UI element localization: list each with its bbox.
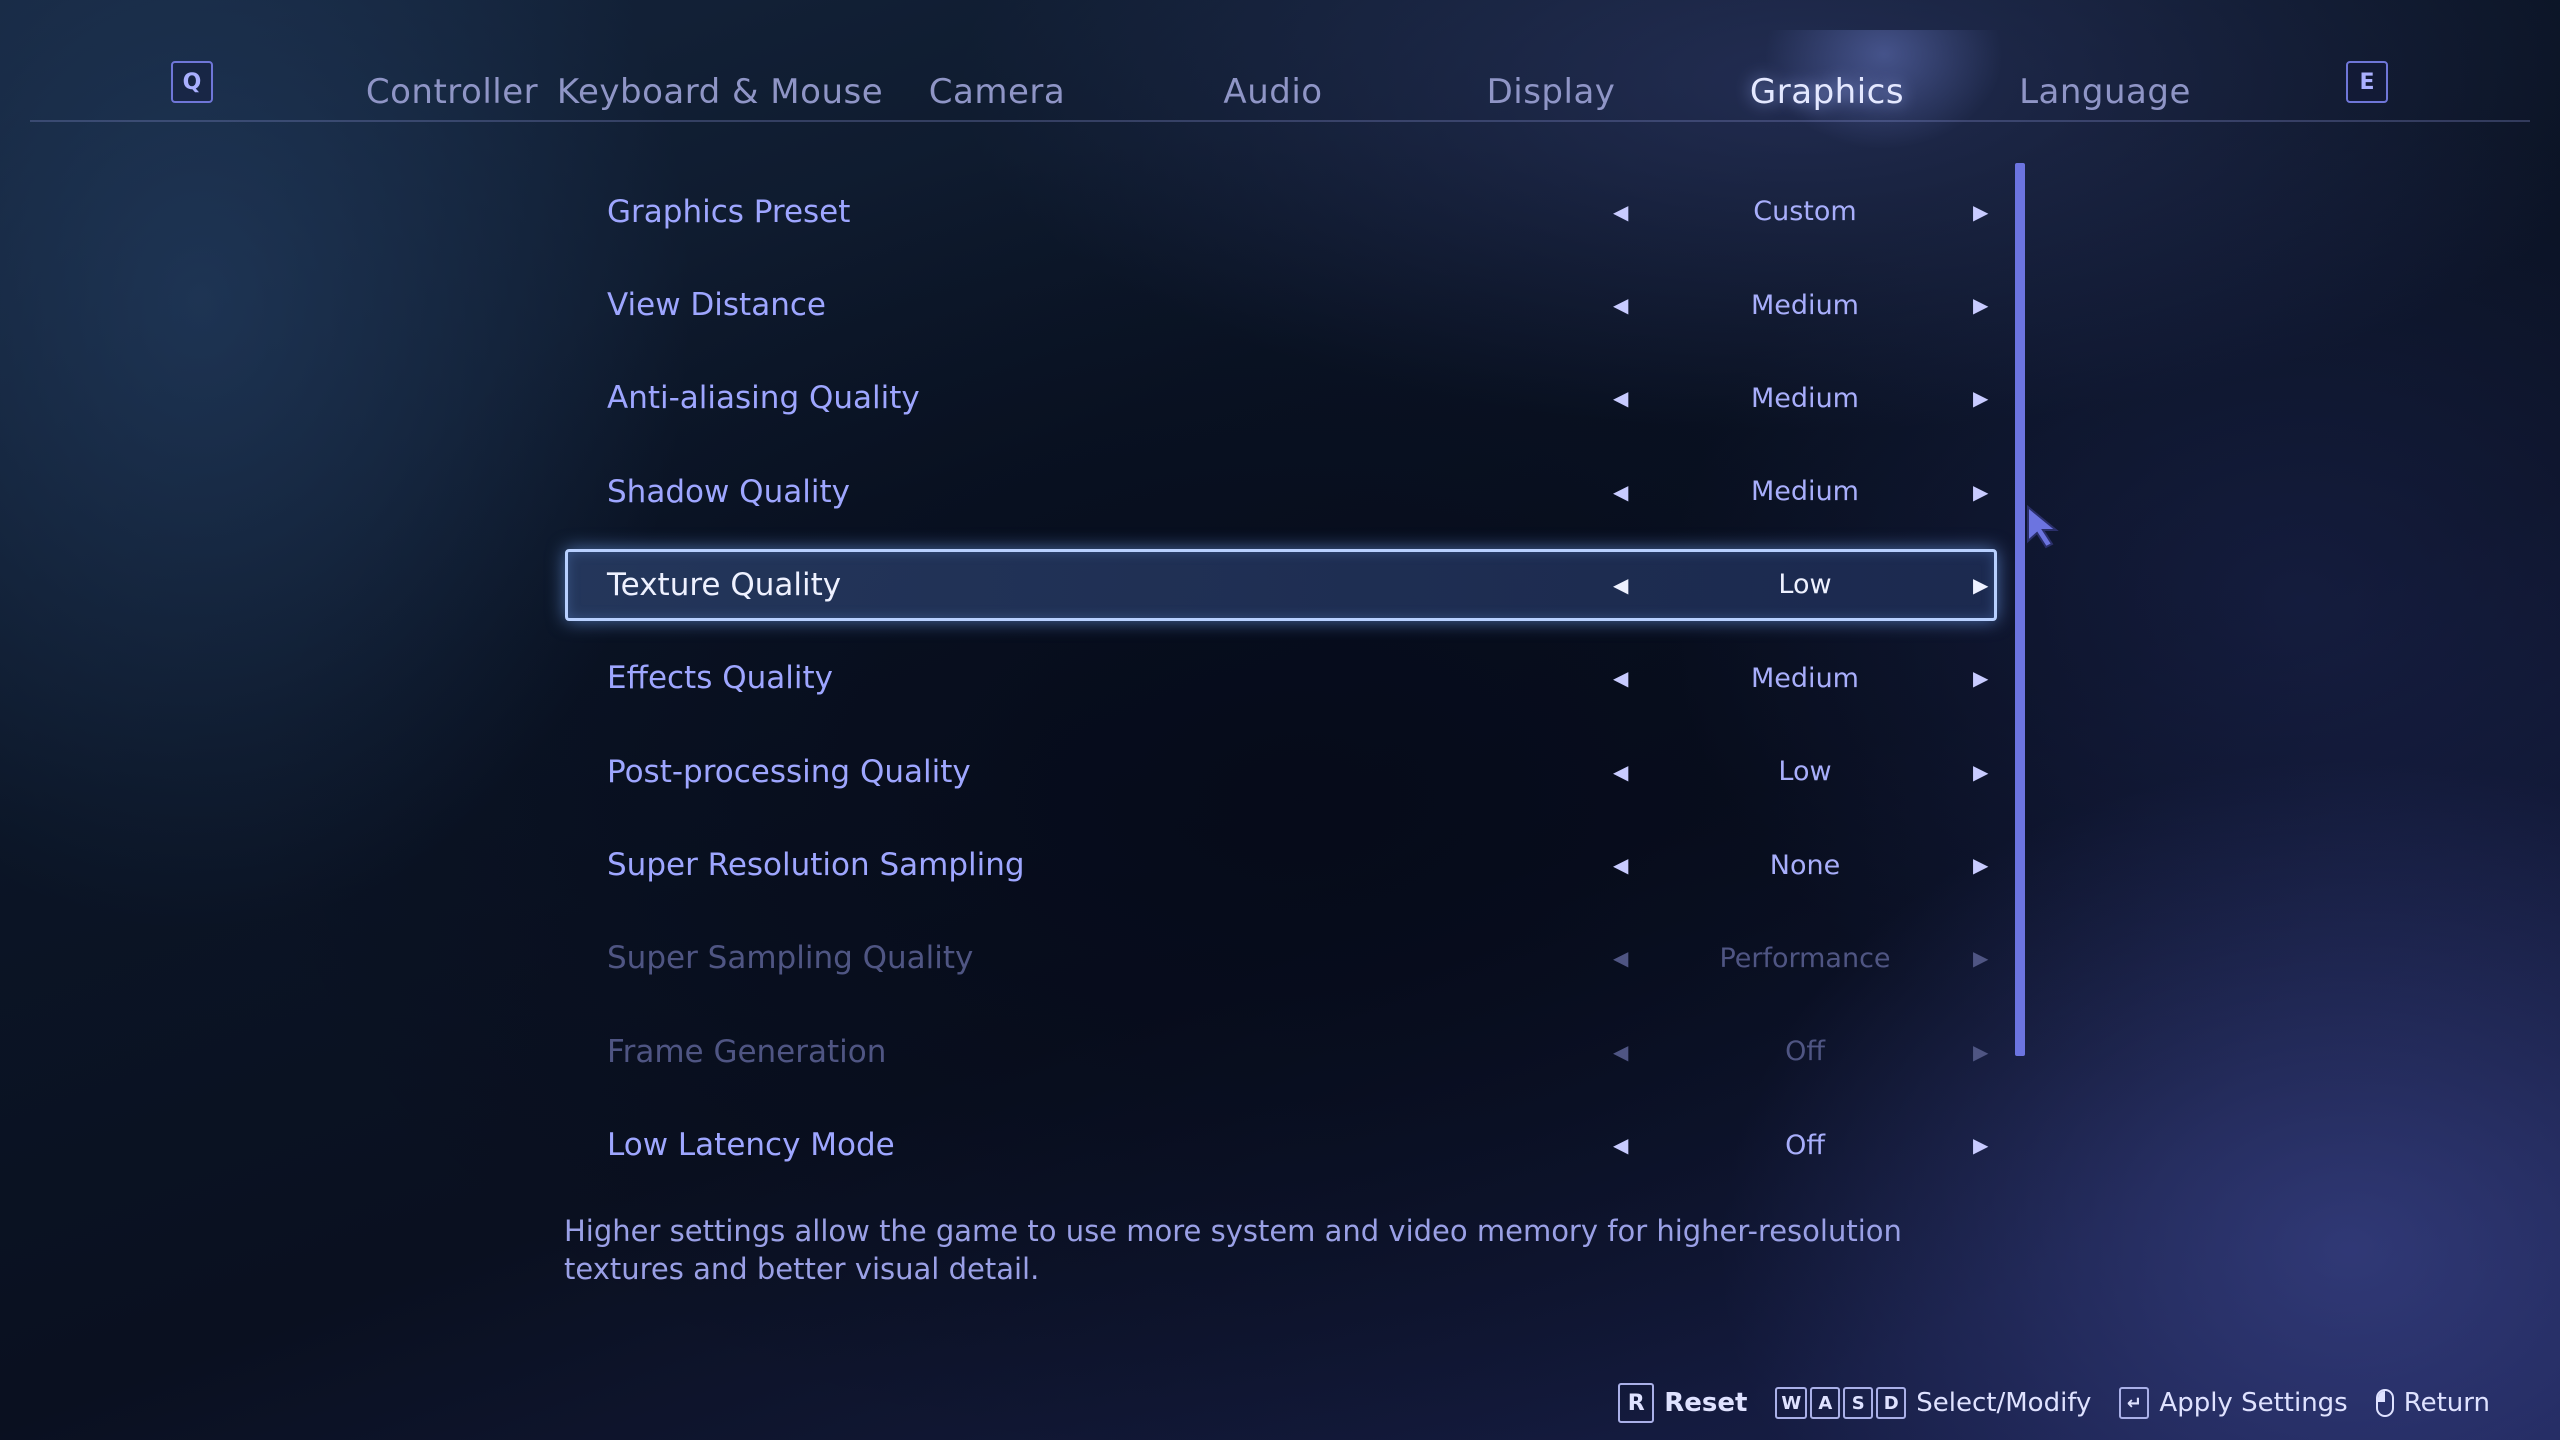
tab-graphics[interactable]: Graphics xyxy=(1750,72,1904,112)
key-s: S xyxy=(1843,1387,1874,1419)
setting-value: Custom xyxy=(1753,196,1857,228)
tab-camera[interactable]: Camera xyxy=(929,72,1065,112)
cursor-icon xyxy=(2027,505,2059,549)
setting-label: Super Resolution Sampling xyxy=(607,847,1025,884)
chevron-right-icon[interactable]: ▶ xyxy=(1973,760,1988,784)
wasd-keys: W A S D xyxy=(1775,1387,1907,1419)
chevron-right-icon: ▶ xyxy=(1973,946,1989,971)
setting-super-sampling-quality: Super Sampling Quality ◀ Performance ▶ xyxy=(565,912,1997,1005)
setting-frame-generation: Frame Generation ◀ Off ▶ xyxy=(565,1005,1997,1098)
chevron-left-icon[interactable]: ◀ xyxy=(1613,293,1628,317)
apply-settings-hint[interactable]: ↵ Apply Settings xyxy=(2119,1387,2348,1419)
tab-controller[interactable]: Controller xyxy=(366,72,538,112)
reset-hint[interactable]: R Reset xyxy=(1618,1383,1747,1423)
chevron-right-icon[interactable]: ▶ xyxy=(1973,293,1988,317)
prev-tab-key[interactable]: Q xyxy=(171,61,213,103)
scrollbar[interactable] xyxy=(2015,163,2025,1056)
setting-value: Low xyxy=(1778,756,1832,788)
footer-hints: R Reset W A S D Select/Modify ↵ Apply Se… xyxy=(1604,1383,2490,1423)
setting-label: Super Sampling Quality xyxy=(607,940,974,977)
tab-keyboard-mouse[interactable]: Keyboard & Mouse xyxy=(557,72,883,112)
setting-view-distance[interactable]: View Distance ◀ Medium ▶ xyxy=(565,258,1997,351)
chevron-right-icon[interactable]: ▶ xyxy=(1973,573,1988,597)
setting-value: Low xyxy=(1778,569,1832,601)
setting-value: Medium xyxy=(1751,382,1859,414)
chevron-left-icon[interactable]: ◀ xyxy=(1613,480,1628,504)
key-a: A xyxy=(1810,1387,1841,1419)
return-label: Return xyxy=(2403,1388,2490,1418)
reset-label: Reset xyxy=(1664,1388,1748,1418)
tab-language[interactable]: Language xyxy=(2019,72,2191,112)
settings-list: Graphics Preset ◀ Custom ▶ View Distance… xyxy=(565,165,1997,1192)
chevron-left-icon[interactable]: ◀ xyxy=(1613,573,1628,597)
select-modify-hint: W A S D Select/Modify xyxy=(1775,1387,2091,1419)
chevron-left-icon[interactable]: ◀ xyxy=(1613,386,1628,410)
chevron-left-icon: ◀ xyxy=(1613,946,1629,971)
setting-label: Frame Generation xyxy=(607,1033,887,1070)
apply-settings-label: Apply Settings xyxy=(2159,1388,2348,1418)
setting-label: Graphics Preset xyxy=(607,193,851,230)
setting-label: View Distance xyxy=(607,287,826,324)
chevron-right-icon[interactable]: ▶ xyxy=(1973,480,1988,504)
setting-anti-aliasing-quality[interactable]: Anti-aliasing Quality ◀ Medium ▶ xyxy=(565,352,1997,445)
setting-description: Higher settings allow the game to use mo… xyxy=(564,1214,1902,1286)
chevron-right-icon[interactable]: ▶ xyxy=(1973,200,1988,224)
tab-audio[interactable]: Audio xyxy=(1223,72,1322,112)
select-modify-label: Select/Modify xyxy=(1916,1388,2092,1418)
setting-label: Shadow Quality xyxy=(607,473,850,510)
tab-bar: Q Controller Keyboard & Mouse Camera Aud… xyxy=(30,30,2530,150)
setting-value: Off xyxy=(1785,1129,1825,1161)
chevron-left-icon[interactable]: ◀ xyxy=(1613,666,1628,690)
key-d: D xyxy=(1876,1387,1907,1419)
setting-graphics-preset[interactable]: Graphics Preset ◀ Custom ▶ xyxy=(565,165,1997,258)
setting-label: Low Latency Mode xyxy=(607,1127,895,1164)
chevron-left-icon[interactable]: ◀ xyxy=(1613,1133,1628,1157)
setting-texture-quality[interactable]: Texture Quality ◀ Low ▶ xyxy=(565,548,1997,621)
setting-low-latency-mode[interactable]: Low Latency Mode ◀ Off ▶ xyxy=(565,1099,1997,1192)
setting-effects-quality[interactable]: Effects Quality ◀ Medium ▶ xyxy=(565,632,1997,725)
reset-key: R xyxy=(1618,1383,1655,1423)
chevron-right-icon[interactable]: ▶ xyxy=(1973,1133,1988,1157)
next-tab-key[interactable]: E xyxy=(2346,61,2388,103)
setting-value: Medium xyxy=(1751,662,1859,694)
setting-label: Post-processing Quality xyxy=(607,753,971,790)
chevron-left-icon[interactable]: ◀ xyxy=(1613,200,1628,224)
enter-key-icon: ↵ xyxy=(2119,1387,2150,1419)
setting-post-processing-quality[interactable]: Post-processing Quality ◀ Low ▶ xyxy=(565,725,1997,818)
setting-value: Medium xyxy=(1751,476,1859,508)
setting-label: Effects Quality xyxy=(607,660,833,697)
chevron-right-icon[interactable]: ▶ xyxy=(1973,853,1988,877)
chevron-left-icon: ◀ xyxy=(1613,1039,1629,1064)
tab-display[interactable]: Display xyxy=(1487,72,1616,112)
chevron-right-icon: ▶ xyxy=(1973,1039,1989,1064)
setting-value: None xyxy=(1769,849,1841,881)
setting-label: Anti-aliasing Quality xyxy=(607,380,920,417)
chevron-left-icon[interactable]: ◀ xyxy=(1613,760,1628,784)
setting-value: Off xyxy=(1785,1036,1825,1068)
chevron-right-icon[interactable]: ▶ xyxy=(1973,386,1988,410)
mouse-icon xyxy=(2375,1389,2394,1417)
key-w: W xyxy=(1775,1387,1808,1419)
chevron-left-icon[interactable]: ◀ xyxy=(1613,853,1628,877)
chevron-right-icon[interactable]: ▶ xyxy=(1973,666,1988,690)
return-hint[interactable]: Return xyxy=(2375,1388,2490,1418)
setting-shadow-quality[interactable]: Shadow Quality ◀ Medium ▶ xyxy=(565,445,1997,538)
setting-value: Performance xyxy=(1719,942,1891,974)
setting-label: Texture Quality xyxy=(607,566,842,603)
setting-super-resolution-sampling[interactable]: Super Resolution Sampling ◀ None ▶ xyxy=(565,818,1997,911)
setting-value: Medium xyxy=(1751,289,1859,321)
